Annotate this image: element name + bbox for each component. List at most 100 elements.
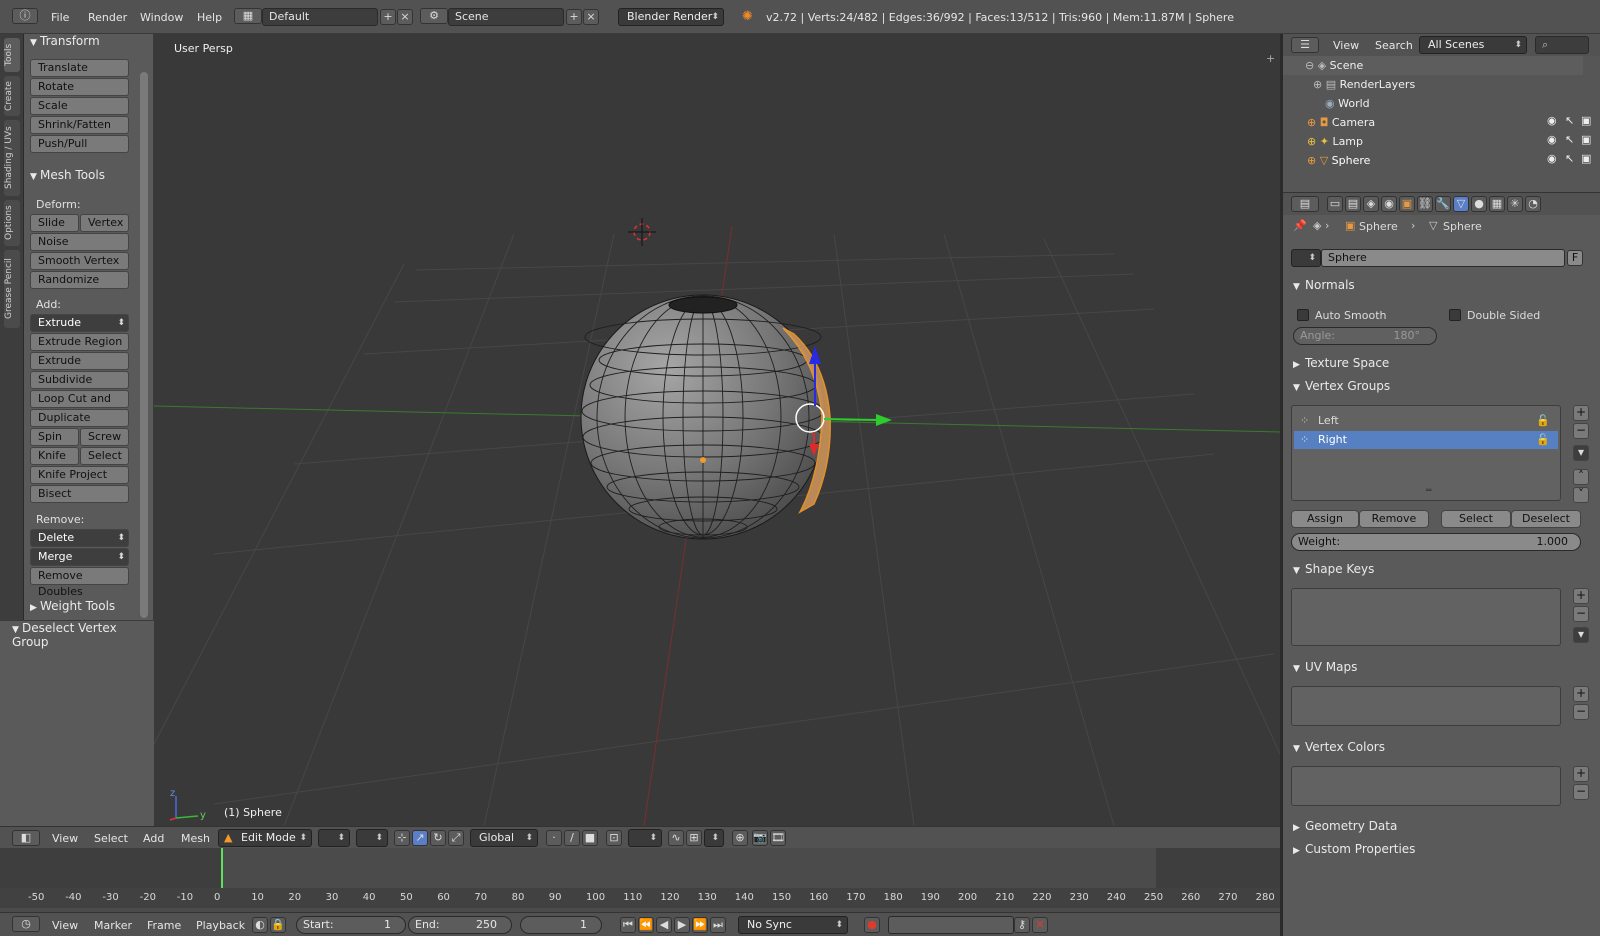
transform-orientation-select[interactable]: Global (470, 829, 538, 847)
snap-toggle-icon[interactable]: ⊞ (686, 830, 702, 846)
merge-select[interactable]: Merge (30, 548, 129, 566)
render-animation-icon[interactable]: 🎞 (770, 830, 786, 846)
proportional-falloff-icon[interactable]: ∿ (668, 830, 684, 846)
render-engine-select[interactable]: Blender Render (618, 8, 724, 26)
remove-vertex-group-button[interactable]: − (1573, 423, 1589, 439)
panel-transform-header[interactable]: ▼ Transform (30, 34, 100, 48)
subdivide-button[interactable]: Subdivide (30, 371, 129, 389)
physics-context-icon[interactable]: ◔ (1525, 196, 1541, 212)
delete-keyframe-icon[interactable]: ✕ (1032, 917, 1048, 933)
3d-cursor[interactable] (628, 218, 656, 246)
menu-window[interactable]: Window (140, 11, 183, 24)
play-reverse-icon[interactable]: ◀ (656, 917, 672, 933)
spin-button[interactable]: Spin (30, 428, 79, 446)
outliner-menu-view[interactable]: View (1333, 39, 1359, 52)
operator-panel-header[interactable]: ▼ Deselect Vertex Group (12, 621, 154, 649)
list-resize-handle[interactable]: ═ (1426, 486, 1431, 496)
render-layers-context-icon[interactable]: ▤ (1345, 196, 1361, 212)
remove-scene-icon[interactable]: × (583, 9, 599, 25)
remove-doubles-button[interactable]: Remove Doubles (30, 567, 129, 598)
layers-icon[interactable]: ⊕ (732, 830, 748, 846)
menu-file[interactable]: File (51, 11, 69, 24)
modifiers-context-icon[interactable]: 🔧 (1435, 196, 1451, 212)
add-shape-key-button[interactable]: + (1573, 588, 1589, 604)
weight-field[interactable]: Weight: 1.000 (1291, 533, 1581, 551)
vertex-group-right[interactable]: ⁘ Right 🔓 (1294, 431, 1558, 449)
duplicate-button[interactable]: Duplicate (30, 409, 129, 427)
record-icon[interactable]: ● (864, 917, 880, 933)
timeline-ruler[interactable]: -50 -40 -30 -20 -10 0 10 20 30 40 50 60 70 80 90 100 110… (0, 888, 1280, 908)
extrude-region-button[interactable]: Extrude Region (30, 333, 129, 351)
move-up-button[interactable]: ˄ (1573, 469, 1589, 485)
camera-visibility-icon[interactable]: ◉ (1547, 114, 1557, 127)
lock-range-icon[interactable]: 🔒 (270, 917, 286, 933)
vertex-group-list[interactable]: ⁘ Left 🔓 ⁘ Right 🔓 ═ (1291, 405, 1561, 501)
slide-vertex-button[interactable]: Vertex (80, 214, 129, 232)
translate-manipulator-icon[interactable]: ↗ (412, 830, 428, 846)
add-layout-icon[interactable]: + (380, 9, 396, 25)
vertex-group-specials-button[interactable]: ▾ (1573, 445, 1589, 461)
camera-select-icon[interactable]: ↖ (1565, 114, 1574, 127)
push-pull-button[interactable]: Push/Pull (30, 135, 129, 153)
object-context-icon[interactable]: ▣ (1399, 196, 1415, 212)
sphere-mesh[interactable] (580, 294, 831, 540)
tab-tools[interactable]: Tools (4, 38, 20, 72)
shape-key-specials-button[interactable]: ▾ (1573, 627, 1589, 643)
knife-button[interactable]: Knife (30, 447, 79, 465)
outliner-menu-search[interactable]: Search (1375, 39, 1413, 52)
camera-render-icon[interactable]: ▣ (1581, 114, 1591, 127)
knife-select-button[interactable]: Select (80, 447, 129, 465)
loop-cut-button[interactable]: Loop Cut and Slide (30, 390, 129, 421)
outliner-display-select[interactable]: All Scenes (1419, 36, 1527, 54)
timeline-editor-type-icon[interactable]: ◷ (12, 916, 40, 932)
outliner-row-world[interactable]: ◉ World (1283, 94, 1583, 113)
jump-end-icon[interactable]: ⏭ (710, 917, 726, 933)
add-uv-map-button[interactable]: + (1573, 686, 1589, 702)
autosmooth-angle-field[interactable]: Angle: 180° (1293, 327, 1437, 345)
menu-render[interactable]: Render (88, 11, 127, 24)
scene-field[interactable]: Scene (448, 8, 564, 26)
extrude-individual-button[interactable]: Extrude Individual (30, 352, 129, 383)
rotate-manipulator-icon[interactable]: ↻ (430, 830, 446, 846)
outliner-row-scene[interactable]: ⊖ ◈ Scene (1283, 56, 1583, 75)
preview-range-icon[interactable]: ◐ (252, 917, 268, 933)
mesh-data-context-icon[interactable]: ▽ (1453, 196, 1469, 212)
lamp-visibility-icon[interactable]: ◉ (1547, 133, 1557, 146)
keying-set-field[interactable] (888, 916, 1014, 934)
current-frame-field[interactable]: 1 (520, 916, 602, 934)
double-sided-checkbox[interactable] (1449, 309, 1461, 321)
panel-texture-space-header[interactable]: ▶ Texture Space (1293, 356, 1389, 370)
panel-weight-tools-header[interactable]: ▶ Weight Tools (30, 599, 115, 613)
timeline-menu-marker[interactable]: Marker (94, 919, 132, 932)
constraints-context-icon[interactable]: ⛓ (1417, 196, 1433, 212)
noise-button[interactable]: Noise (30, 233, 129, 251)
outliner-search-field[interactable]: ⌕ (1535, 36, 1589, 54)
deselect-button[interactable]: Deselect (1511, 510, 1581, 528)
panel-uv-maps-header[interactable]: ▼ UV Maps (1293, 660, 1357, 674)
add-vertex-color-button[interactable]: + (1573, 766, 1589, 782)
remove-uv-map-button[interactable]: − (1573, 704, 1589, 720)
tab-create[interactable]: Create (4, 76, 20, 116)
3d-viewport[interactable]: z y User Persp (1) Sphere + (154, 34, 1280, 826)
add-scene-icon[interactable]: + (566, 9, 582, 25)
tab-grease-pencil[interactable]: Grease Pencil (4, 250, 20, 328)
remove-layout-icon[interactable]: × (397, 9, 413, 25)
menu-add[interactable]: Add (143, 832, 164, 845)
render-context-icon[interactable]: ▭ (1327, 196, 1343, 212)
vertex-colors-list[interactable] (1291, 766, 1561, 806)
scale-manipulator-icon[interactable]: ⤢ (448, 830, 464, 846)
insert-keyframe-icon[interactable]: ⚷ (1014, 917, 1030, 933)
assign-button[interactable]: Assign (1291, 510, 1359, 528)
remove-vertex-color-button[interactable]: − (1573, 784, 1589, 800)
tab-options[interactable]: Options (4, 200, 20, 246)
fake-user-button[interactable]: F (1567, 250, 1583, 266)
vertex-select-icon[interactable]: · (546, 830, 562, 846)
jump-keyframe-back-icon[interactable]: ⏪ (638, 917, 654, 933)
editor-type-icon[interactable]: ◧ (12, 830, 40, 846)
screen-layout-field[interactable]: Default (262, 8, 378, 26)
auto-smooth-checkbox[interactable] (1297, 309, 1309, 321)
start-frame-field[interactable]: Start: 1 (296, 916, 406, 934)
randomize-button[interactable]: Randomize (30, 271, 129, 289)
scene-context-icon[interactable]: ◈ (1363, 196, 1379, 212)
vertex-group-left[interactable]: ⁘ Left 🔓 (1294, 412, 1558, 430)
